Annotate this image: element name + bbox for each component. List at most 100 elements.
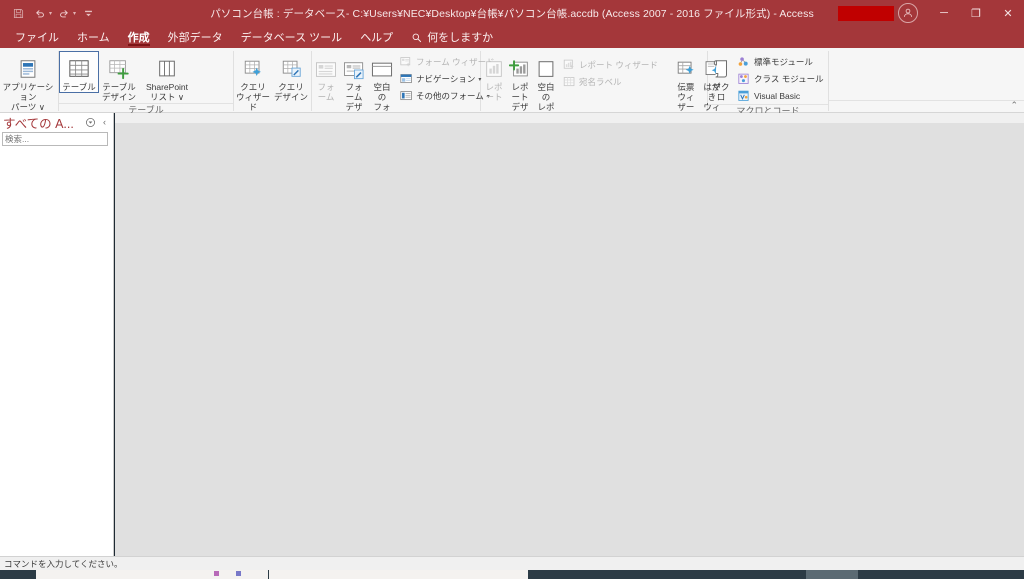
standard-module-icon <box>737 56 751 69</box>
report-wizard-label: レポート ウィザード <box>579 60 658 70</box>
form-design-icon <box>342 54 366 80</box>
chevron-circle-down-icon[interactable] <box>85 117 98 128</box>
mailing-label-icon <box>562 76 576 89</box>
visual-basic-icon <box>737 90 751 103</box>
application-parts-button[interactable]: アプリケーション パーツ ∨ <box>0 51 56 113</box>
chevron-left-icon[interactable]: ‹ <box>98 117 111 127</box>
query-wizard-label: クエリ ウィザード <box>236 82 271 112</box>
table-icon <box>67 54 91 80</box>
report-wizard-button: レポート ウィザード <box>559 57 663 73</box>
tell-me-label: 何をしますか <box>427 32 494 44</box>
peek-window-right <box>269 570 528 579</box>
peek-marker <box>214 571 219 576</box>
table-button[interactable]: テーブル <box>59 51 99 93</box>
ribbon-group-forms: フォーム フォーム デザイン 空白の フォーム <box>312 48 495 135</box>
access-application-window: ▾ ▾ パソコン台帳 : データベース- C:¥Users¥NEC¥Deskto… <box>0 0 1024 579</box>
tab-external-data[interactable]: 外部データ <box>159 26 232 48</box>
form-icon <box>314 54 338 80</box>
peek-segment <box>0 570 36 579</box>
table-button-label: テーブル <box>62 82 96 92</box>
tab-database-tools[interactable]: データベース ツール <box>232 26 352 48</box>
tab-file[interactable]: ファイル <box>6 26 68 48</box>
peek-segment <box>528 570 806 579</box>
blank-report-icon <box>535 54 557 80</box>
minimize-button[interactable]: ─ <box>928 0 960 26</box>
ribbon-group-tables: テーブル テーブル デザイン SharePoint リスト ∨ テーブル <box>59 48 233 115</box>
mailing-label-label: 宛名ラベル <box>579 77 622 87</box>
status-message: コマンドを入力してください。 <box>4 558 123 569</box>
sharepoint-list-button[interactable]: SharePoint リスト ∨ <box>139 51 195 103</box>
customize-quick-access-toolbar-button[interactable] <box>78 3 98 23</box>
ribbon-group-empty <box>829 48 1024 113</box>
peek-segment-highlight <box>806 570 858 579</box>
ribbon-group-macros-and-code: マクロ 標準モジュール クラス モジュール Visual Basic マクロとコ… <box>708 48 829 116</box>
navigation-pane-title[interactable]: すべての A... <box>3 113 85 132</box>
search-input[interactable] <box>5 134 116 144</box>
reports-small-button-column: レポート ウィザード 宛名ラベル <box>559 51 663 90</box>
navigation-object-list[interactable] <box>0 146 113 550</box>
form-button-label: フォーム <box>317 82 335 102</box>
peek-segment <box>858 570 1024 579</box>
quick-access-toolbar: ▾ ▾ <box>0 3 98 23</box>
report-icon <box>483 54 505 80</box>
group-label-empty <box>829 100 1024 113</box>
visual-basic-label: Visual Basic <box>754 91 801 101</box>
sharepoint-list-label: SharePoint リスト ∨ <box>145 82 189 102</box>
report-button-label: レポート <box>485 82 503 102</box>
collapse-ribbon-button[interactable]: ⌃ <box>1010 100 1018 111</box>
redo-button[interactable] <box>54 3 74 23</box>
macro-button-label: マクロ <box>712 82 730 102</box>
report-button: レポート <box>481 51 507 103</box>
mailing-label-button: 宛名ラベル <box>559 74 663 90</box>
standard-module-label: 標準モジュール <box>754 57 813 67</box>
close-button[interactable]: ✕ <box>992 0 1024 26</box>
navigation-label: ナビゲーション <box>416 74 476 84</box>
blank-form-icon <box>370 54 394 80</box>
redacted-account-name <box>838 5 894 21</box>
desktop-background-peek <box>0 570 1024 579</box>
peek-window-left <box>36 570 268 579</box>
window-controls: ─ ❐ ✕ <box>838 0 1024 26</box>
table-design-button[interactable]: テーブル デザイン <box>99 51 139 103</box>
visual-basic-button[interactable]: Visual Basic <box>734 88 829 104</box>
form-button: フォーム <box>312 51 340 103</box>
report-wizard-icon <box>562 59 576 72</box>
tab-home[interactable]: ホーム <box>68 26 119 48</box>
tell-me-search[interactable]: 何をしますか <box>402 29 502 45</box>
workspace-tab-band <box>115 113 1024 123</box>
class-module-button[interactable]: クラス モジュール <box>734 71 829 87</box>
code-small-button-column: 標準モジュール クラス モジュール Visual Basic <box>734 51 829 104</box>
undo-button[interactable] <box>30 3 50 23</box>
save-button[interactable] <box>8 3 28 23</box>
table-design-icon <box>107 54 131 80</box>
ribbon-group-templates: アプリケーション パーツ ∨ テンプレート <box>0 48 58 125</box>
navigation-icon <box>399 73 413 86</box>
workspace-area[interactable] <box>115 113 1024 556</box>
query-design-label: クエリ デザイン <box>274 82 309 102</box>
standard-module-button[interactable]: 標準モジュール <box>734 54 829 70</box>
macro-button[interactable]: マクロ <box>708 51 734 103</box>
navigation-search-box[interactable] <box>2 132 125 146</box>
macro-icon <box>710 54 732 80</box>
search-icon <box>411 32 422 43</box>
query-wizard-button[interactable]: クエリ ウィザード <box>234 51 272 113</box>
ribbon-group-queries: クエリ ウィザード クエリ デザイン クエリ <box>234 48 311 125</box>
more-forms-label: その他のフォーム <box>416 91 484 101</box>
query-design-button[interactable]: クエリ デザイン <box>272 51 310 103</box>
title-bar: ▾ ▾ パソコン台帳 : データベース- C:¥Users¥NEC¥Deskto… <box>0 0 1024 26</box>
table-design-label: テーブル デザイン <box>101 82 136 102</box>
redo-dropdown-caret[interactable]: ▾ <box>73 10 76 17</box>
more-forms-icon <box>399 90 413 103</box>
account-avatar-icon[interactable] <box>898 3 918 23</box>
query-wizard-icon <box>242 54 265 80</box>
tab-create[interactable]: 作成 <box>119 26 159 48</box>
query-design-icon <box>280 54 303 80</box>
undo-dropdown-caret[interactable]: ▾ <box>49 10 52 17</box>
slip-wizard-icon <box>675 54 697 80</box>
restore-button[interactable]: ❐ <box>960 0 992 26</box>
ribbon-group-reports: レポート レポート デザイン 空白の レポート <box>481 48 720 145</box>
tab-help[interactable]: ヘルプ <box>351 26 402 48</box>
class-module-label: クラス モジュール <box>754 74 824 84</box>
navigation-pane: すべての A... ‹ <box>0 113 125 556</box>
application-parts-icon <box>17 54 39 80</box>
